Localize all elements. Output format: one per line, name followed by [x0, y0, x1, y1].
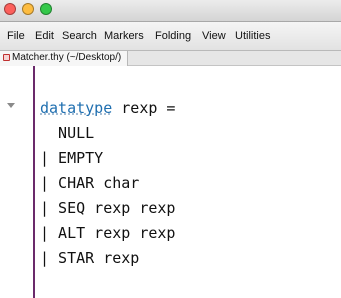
buffer-tab-row: Matcher.thy (~/Desktop/) [0, 51, 341, 66]
code-line-5: | SEQ rexp rexp [40, 199, 176, 217]
text-area-left-margin [33, 66, 35, 298]
code-line-1: datatype rexp = [40, 98, 175, 118]
code-line-6: | ALT rexp rexp [40, 224, 176, 242]
menu-view[interactable]: View [202, 22, 226, 50]
menu-file[interactable]: File [7, 22, 25, 50]
editor-gutter [0, 66, 28, 298]
fold-triangle-icon[interactable] [7, 103, 15, 108]
buffer-tab-label: Matcher.thy (~/Desktop/) [12, 52, 122, 63]
code-text: rexp = [112, 99, 176, 117]
minimize-window-icon[interactable] [22, 3, 34, 15]
zoom-window-icon[interactable] [40, 3, 52, 15]
menu-markers[interactable]: Markers [104, 22, 144, 50]
keyword-datatype: datatype [40, 99, 113, 117]
code-line-4: | CHAR char [40, 174, 140, 192]
code-line-7: | STAR rexp [40, 249, 140, 267]
close-window-icon[interactable] [4, 3, 16, 15]
menu-utilities[interactable]: Utilities [235, 22, 270, 50]
text-editor-area[interactable]: datatype rexp = NULL | EMPTY | CHAR char… [0, 66, 341, 298]
menu-bar: File Edit Search Markers Folding View Ut… [0, 22, 341, 51]
code-line-3: | EMPTY [40, 149, 104, 167]
buffer-tab-matcher[interactable]: Matcher.thy (~/Desktop/) [0, 51, 129, 66]
file-modified-icon [3, 54, 10, 61]
menu-search[interactable]: Search [62, 22, 97, 50]
window-titlebar [0, 0, 341, 22]
menu-edit[interactable]: Edit [35, 22, 54, 50]
code-line-2: NULL [40, 124, 95, 142]
menu-folding[interactable]: Folding [155, 22, 191, 50]
